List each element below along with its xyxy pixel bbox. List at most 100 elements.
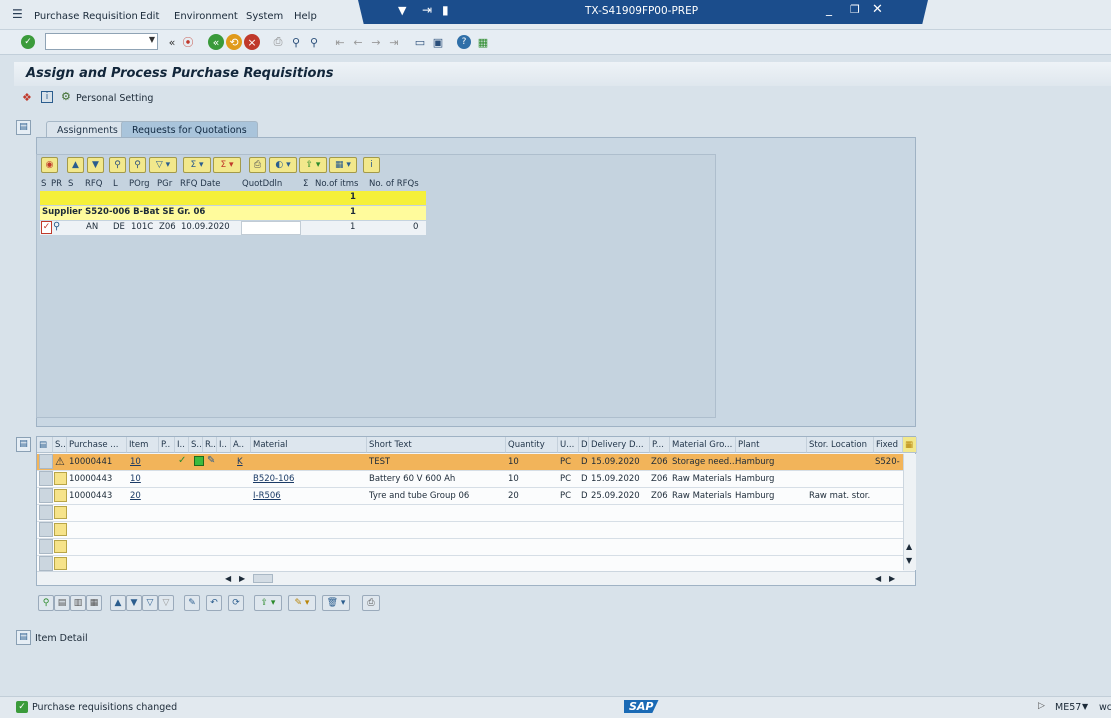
col-header-sigma[interactable]: Σ xyxy=(303,179,308,189)
undo-icon[interactable]: ↶ xyxy=(206,595,222,611)
delete-filter-icon[interactable]: ▽ xyxy=(158,595,174,611)
empty-row[interactable] xyxy=(37,539,903,556)
scroll-left-icon[interactable]: ◀ xyxy=(875,574,881,583)
account-assignment[interactable]: K xyxy=(237,457,243,467)
row-selector[interactable] xyxy=(39,488,53,503)
customize-layout-icon[interactable]: ▦ xyxy=(475,34,491,50)
vertical-scrollbar[interactable]: ▲ ▼ xyxy=(903,454,916,570)
item-detail-toggle-icon[interactable]: ▤ xyxy=(16,630,31,645)
display-icon[interactable]: ⚲ xyxy=(53,221,60,232)
col-header-l[interactable]: L xyxy=(113,179,118,189)
grid-header-a[interactable]: A.. xyxy=(231,437,251,453)
sort-asc-icon[interactable]: ▲ xyxy=(67,157,84,173)
item-number[interactable]: 20 xyxy=(130,491,141,501)
scroll-up-icon[interactable]: ▲ xyxy=(906,542,912,551)
help-icon[interactable]: ? xyxy=(457,35,471,49)
table-row[interactable]: 10000443 20 I-R506 Tyre and tube Group 0… xyxy=(37,488,903,505)
delete-icon[interactable]: 🗑 ▾ xyxy=(322,595,350,611)
row-selector[interactable] xyxy=(39,522,53,537)
next-page-icon[interactable]: → xyxy=(368,34,384,50)
menu-purchase-requisition[interactable]: Purchase Requisition xyxy=(34,11,138,22)
grid-header-short-text[interactable]: Short Text xyxy=(367,437,506,453)
personal-setting-button[interactable]: Personal Setting xyxy=(76,93,153,104)
select-block-icon[interactable]: ▦ xyxy=(86,595,102,611)
grid-header-s[interactable]: S.. xyxy=(53,437,67,453)
assign-icon[interactable]: ⇪ ▾ xyxy=(254,595,282,611)
new-session-icon[interactable]: ▭ xyxy=(412,34,428,50)
scroll-left-icon[interactable]: ◀ xyxy=(225,574,231,583)
empty-row[interactable] xyxy=(37,505,903,522)
restore-icon[interactable]: ❐ xyxy=(850,3,860,16)
other-document-icon[interactable]: ❖ xyxy=(22,91,32,104)
play-icon[interactable]: ▷ xyxy=(1038,701,1045,711)
layout-icon[interactable]: ▦ ▾ xyxy=(329,157,357,173)
col-header-status[interactable]: S xyxy=(41,179,46,189)
row-selector[interactable] xyxy=(39,505,53,520)
scroll-down-icon[interactable]: ▼ xyxy=(906,556,912,565)
col-header-no-of-items[interactable]: No.of itms xyxy=(315,179,358,189)
grid-header-p[interactable]: P.. xyxy=(159,437,175,453)
row-selector[interactable] xyxy=(39,471,53,486)
tree-toggle-icon[interactable]: ▤ xyxy=(16,437,31,452)
col-header-no-of-rfqs[interactable]: No. of RFQs xyxy=(369,179,419,189)
exit-icon[interactable]: ⟲ xyxy=(226,34,242,50)
quotation-deadline-field[interactable] xyxy=(241,221,301,235)
grid-header-d[interactable]: D xyxy=(579,437,589,453)
col-header-pgr[interactable]: PGr xyxy=(157,179,172,189)
tab-requests-for-quotations[interactable]: Requests for Quotations xyxy=(121,121,258,138)
item-detail-label[interactable]: Item Detail xyxy=(35,633,88,644)
total-row[interactable]: 1 xyxy=(40,191,426,205)
col-header-rfq[interactable]: RFQ xyxy=(85,179,103,189)
chevron-down-icon[interactable]: ▼ xyxy=(1082,702,1088,711)
grid-header-i[interactable]: I.. xyxy=(175,437,189,453)
grid-header-delivery-date[interactable]: Delivery D... xyxy=(589,437,650,453)
menu-environment[interactable]: Environment xyxy=(174,11,238,22)
save-icon[interactable]: ⦿ xyxy=(180,34,196,50)
select-all-icon[interactable]: ▤ xyxy=(54,595,70,611)
last-page-icon[interactable]: ⇥ xyxy=(386,34,402,50)
tab-assignments[interactable]: Assignments xyxy=(46,121,129,138)
menu-system[interactable]: System xyxy=(246,11,283,22)
column-settings-icon[interactable]: ▦ xyxy=(903,437,917,453)
grid-header-plant[interactable]: Plant xyxy=(736,437,807,453)
enter-icon[interactable]: ✓ xyxy=(21,35,35,49)
grid-header-s2[interactable]: S.. xyxy=(189,437,203,453)
find-next-icon[interactable]: ⚲ xyxy=(129,157,146,173)
shortcut-icon[interactable]: ▣ xyxy=(430,34,446,50)
col-header-rfq-date[interactable]: RFQ Date xyxy=(180,179,221,189)
row-selector[interactable] xyxy=(39,454,53,469)
subtotal-icon[interactable]: Σ ▾ xyxy=(213,157,241,173)
change-icon[interactable]: ✓ xyxy=(41,221,52,234)
sort-asc-icon[interactable]: ▲ xyxy=(110,595,126,611)
export-icon[interactable]: ⇪ ▾ xyxy=(299,157,327,173)
pin-icon[interactable]: ⇥ xyxy=(422,3,432,17)
sort-desc-icon[interactable]: ▼ xyxy=(126,595,142,611)
menu-edit[interactable]: Edit xyxy=(140,11,159,22)
edit-icon[interactable]: ✎ xyxy=(184,595,200,611)
scroll-right-icon[interactable]: ▶ xyxy=(889,574,895,583)
item-number[interactable]: 10 xyxy=(130,474,141,484)
personal-setting-icon[interactable]: ⚙ xyxy=(61,90,71,103)
close-icon[interactable]: ✕ xyxy=(872,2,883,17)
filter-icon[interactable]: ▽ ▾ xyxy=(149,157,177,173)
grid-header-item[interactable]: Item xyxy=(127,437,159,453)
table-row[interactable]: 10000443 10 B520-106 Battery 60 V 600 Ah… xyxy=(37,471,903,488)
col-header-porg[interactable]: POrg xyxy=(129,179,150,189)
info-icon[interactable]: i xyxy=(41,91,53,103)
material[interactable]: B520-106 xyxy=(253,474,294,484)
grid-layout-icon[interactable]: ▤ xyxy=(37,437,53,453)
total-icon[interactable]: Σ ▾ xyxy=(183,157,211,173)
prev-page-icon[interactable]: ← xyxy=(350,34,366,50)
tree-toggle-icon[interactable]: ▤ xyxy=(16,120,31,135)
back-icon[interactable]: « xyxy=(208,34,224,50)
empty-row[interactable] xyxy=(37,522,903,539)
print-icon[interactable]: ⎙ xyxy=(270,34,286,50)
col-header-pr[interactable]: PR xyxy=(51,179,62,189)
collapse-icon[interactable]: « xyxy=(164,34,180,50)
command-field[interactable]: ▼ xyxy=(45,33,158,50)
assign-source-icon[interactable]: ✎ ▾ xyxy=(288,595,316,611)
grid-header-unit[interactable]: U... xyxy=(558,437,579,453)
grid-header-material[interactable]: Material xyxy=(251,437,367,453)
find-icon[interactable]: ⚲ xyxy=(109,157,126,173)
sort-desc-icon[interactable]: ▼ xyxy=(87,157,104,173)
